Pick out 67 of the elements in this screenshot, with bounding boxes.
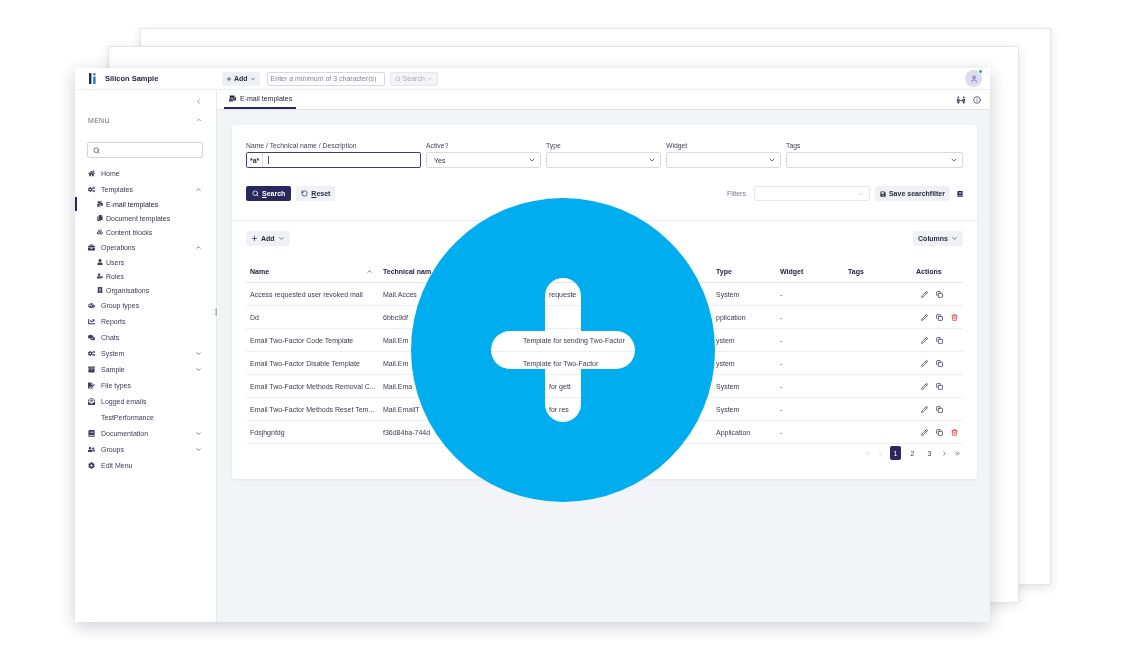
- open-envelope-icon: [88, 397, 95, 405]
- file-pen-icon: [88, 381, 95, 389]
- logo-icon: [89, 73, 96, 84]
- copy-icon[interactable]: [936, 428, 943, 436]
- search-icon: [252, 190, 259, 197]
- chevron-down-icon: [426, 75, 433, 82]
- chevron-down-icon: [768, 156, 776, 164]
- envelopes-icon: [97, 201, 103, 207]
- dropdown-field[interactable]: [786, 152, 963, 168]
- undo-icon: [301, 190, 309, 197]
- chevron-right-icon[interactable]: [941, 449, 948, 457]
- copy-icon[interactable]: [936, 313, 943, 321]
- avatar[interactable]: [965, 70, 982, 87]
- pencil-icon[interactable]: [921, 428, 928, 436]
- copy-icon[interactable]: [936, 290, 943, 298]
- cogs-icon: [88, 185, 95, 193]
- double-chevron-right-icon[interactable]: [954, 449, 961, 457]
- archive-box-icon: [88, 365, 95, 373]
- user-silhouette-icon: [969, 74, 978, 83]
- dropdown-field[interactable]: [546, 152, 661, 168]
- pencil-icon[interactable]: [921, 313, 928, 321]
- chevron-down-icon: [648, 156, 656, 164]
- chevron-down-icon: [950, 156, 958, 164]
- chevron-down-icon: [951, 234, 958, 242]
- search-icon: [394, 75, 401, 82]
- dropdown-field[interactable]: [666, 152, 781, 168]
- copy-icon[interactable]: [936, 336, 943, 344]
- pencil-icon[interactable]: [921, 290, 928, 298]
- copy-icon[interactable]: [936, 405, 943, 413]
- chevron-up-icon[interactable]: [196, 117, 202, 123]
- cogs-icon: [88, 349, 95, 357]
- briefcase-icon: [88, 243, 95, 251]
- pencil-icon[interactable]: [921, 359, 928, 367]
- chevron-down-icon: [249, 75, 256, 82]
- line-chart-icon: [88, 317, 95, 325]
- chevron-down-icon: [277, 234, 285, 242]
- search-icon: [93, 146, 100, 154]
- drag-handle-icon[interactable]: [212, 308, 220, 316]
- gear-icon: [88, 461, 95, 469]
- info-icon[interactable]: [973, 95, 981, 104]
- users-cog-icon: [88, 301, 95, 309]
- book-icon[interactable]: [957, 190, 963, 197]
- copy-icon[interactable]: [936, 382, 943, 390]
- plus-icon: [251, 234, 258, 242]
- people-icon: [88, 445, 95, 453]
- pencil-icon[interactable]: [921, 336, 928, 344]
- envelopes-icon: [229, 95, 236, 102]
- chevron-down-icon: [528, 156, 536, 164]
- documents-icon: [97, 215, 103, 221]
- people-arrows-icon[interactable]: [957, 95, 965, 104]
- cubes-icon: [97, 229, 103, 235]
- pencil-icon[interactable]: [921, 382, 928, 390]
- user-tag-icon: [97, 273, 103, 279]
- sort-up-icon[interactable]: [366, 268, 373, 275]
- book-icon: [88, 429, 95, 437]
- trash-icon[interactable]: [951, 428, 958, 436]
- text-cursor: [268, 156, 270, 164]
- plus-icon: [226, 75, 232, 82]
- copy-icon[interactable]: [936, 359, 943, 367]
- home-icon: [88, 169, 95, 177]
- user-icon: [97, 259, 103, 265]
- chat-bubbles-icon: [88, 333, 95, 341]
- trash-icon[interactable]: [951, 313, 958, 321]
- pencil-icon[interactable]: [921, 405, 928, 413]
- chevron-left-icon[interactable]: [195, 97, 202, 105]
- search-field[interactable]: [87, 142, 203, 158]
- building-icon: [97, 287, 103, 293]
